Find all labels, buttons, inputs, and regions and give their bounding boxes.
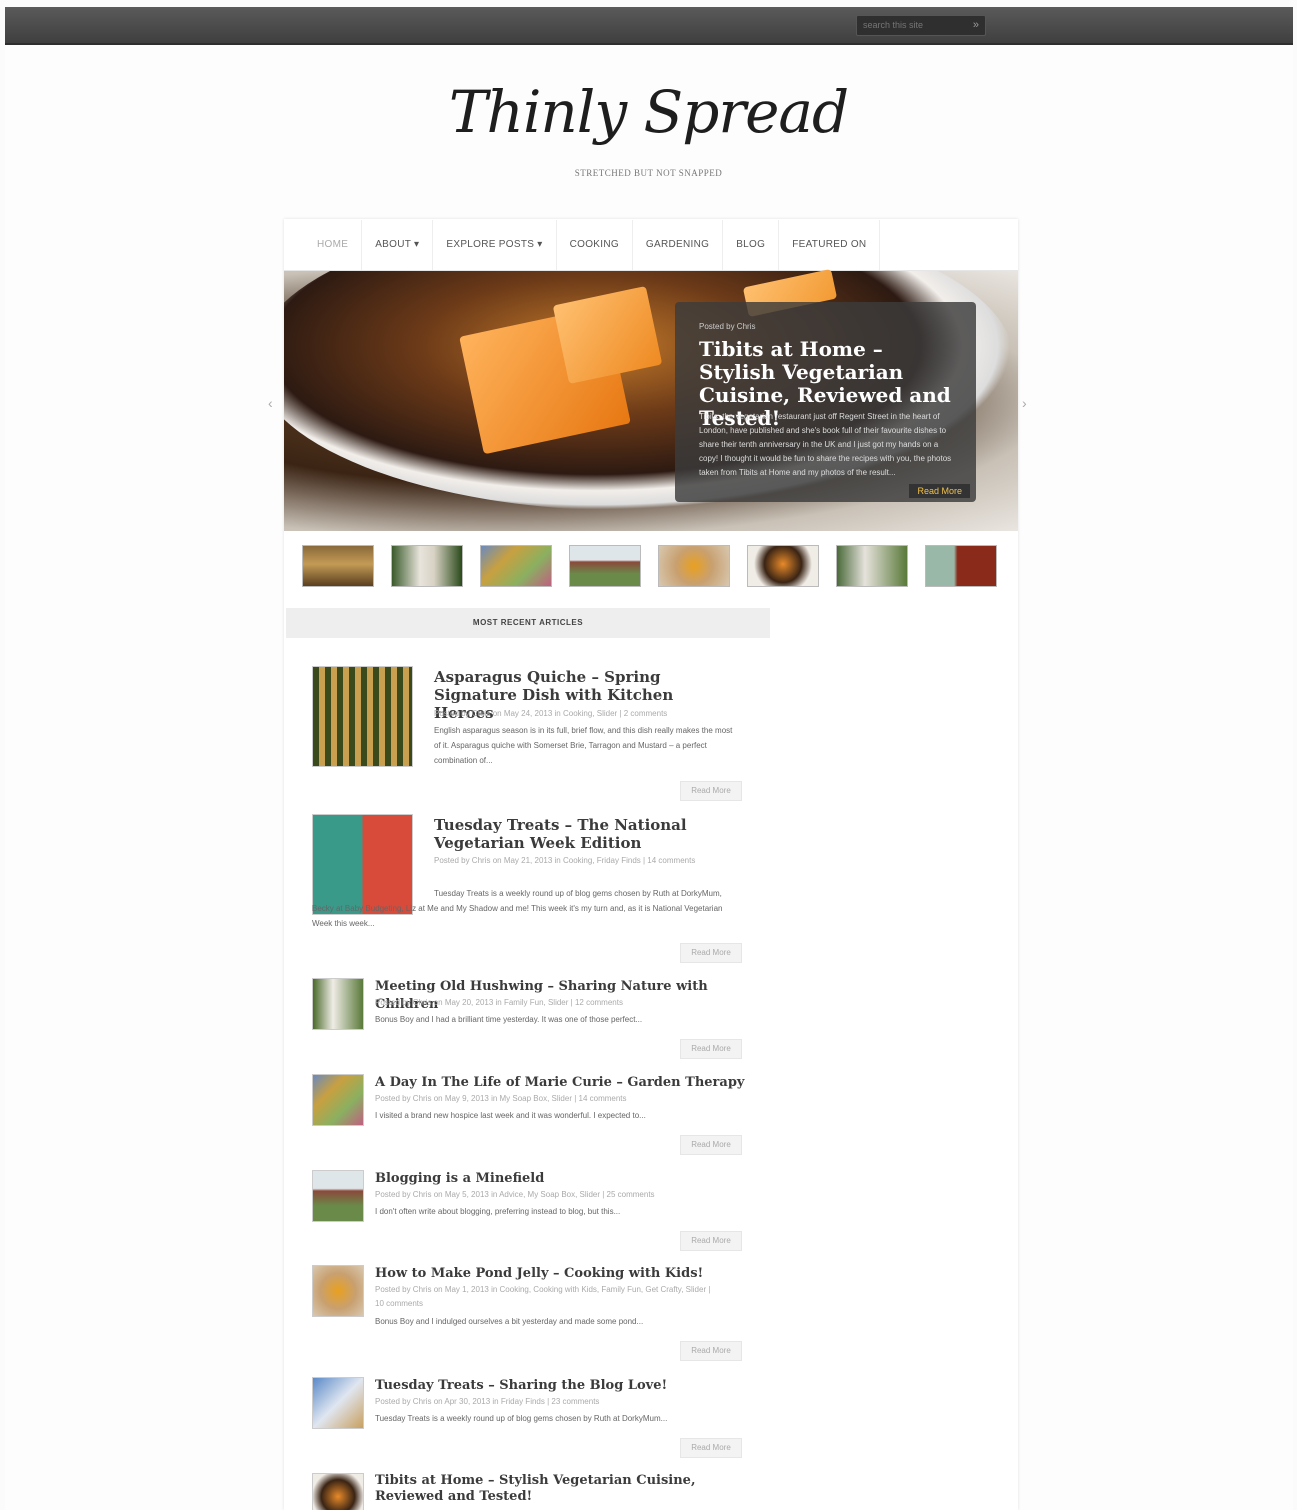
article-thumbnail[interactable] <box>312 1473 364 1510</box>
recent-articles-heading: MOST RECENT ARTICLES <box>286 608 770 638</box>
read-more-button[interactable]: Read More <box>680 1231 742 1251</box>
article-thumbnail[interactable] <box>312 1170 364 1222</box>
read-more-button[interactable]: Read More <box>680 1039 742 1059</box>
search-submit-icon[interactable]: » <box>973 18 979 32</box>
nav-explore-posts[interactable]: EXPLORE POSTS ▾ <box>433 220 557 270</box>
read-more-button[interactable]: Read More <box>680 943 742 963</box>
slider-thumbnail[interactable] <box>569 545 641 587</box>
article-title[interactable]: Blogging is a Minefield <box>375 1170 745 1188</box>
site-logo[interactable]: Thinly Spread <box>0 78 1297 146</box>
article-thumbnail[interactable] <box>312 666 413 767</box>
slide-byline: Posted by Chris <box>699 322 756 331</box>
slider-prev-arrow-icon[interactable]: ‹ <box>268 395 273 411</box>
main-nav: HOME ABOUT ▾ EXPLORE POSTS ▾ COOKING GAR… <box>284 220 1018 271</box>
article-excerpt: I visited a brand new hospice last week … <box>375 1111 646 1120</box>
article-meta: Posted by Chris on May 20, 2013 in Famil… <box>375 998 623 1007</box>
slide-read-more-button[interactable]: Read More <box>909 484 970 498</box>
article-title[interactable]: Tibits at Home – Stylish Vegetarian Cuis… <box>375 1473 725 1505</box>
article-excerpt: I don't often write about blogging, pref… <box>375 1207 621 1216</box>
article-meta: Posted by Chris on Apr 30, 2013 in Frida… <box>375 1397 600 1406</box>
slide-excerpt: Tibits, the vegetarian restaurant just o… <box>699 412 952 477</box>
article-excerpt: Bonus Boy and I had a brilliant time yes… <box>375 1015 643 1024</box>
article-thumbnail[interactable] <box>312 1265 364 1317</box>
article-excerpt: Bonus Boy and I indulged ourselves a bit… <box>375 1317 644 1326</box>
article-meta: Posted by Chris on May 5, 2013 in Advice… <box>375 1190 655 1199</box>
article-item: A Day In The Life of Marie Curie – Garde… <box>312 1074 745 1155</box>
article-thumbnail[interactable] <box>312 1377 364 1429</box>
article-item: Tuesday Treats – Sharing the Blog Love! … <box>312 1377 745 1458</box>
slider-thumbnail[interactable] <box>747 545 819 587</box>
article-meta: Posted by Chris on May 24, 2013 in Cooki… <box>434 709 668 718</box>
article-thumbnail[interactable] <box>312 978 364 1030</box>
slide-caption: Posted by Chris Tibits at Home – Stylish… <box>675 302 976 502</box>
nav-about[interactable]: ABOUT ▾ <box>362 220 434 270</box>
article-meta: Posted by Chris on May 21, 2013 in Cooki… <box>434 856 696 865</box>
article-item: Tuesday Treats – The National Vegetarian… <box>312 814 742 964</box>
slider-thumbnail[interactable] <box>391 545 463 587</box>
top-bar: » <box>5 7 1293 45</box>
article-meta: Posted by Chris on May 9, 2013 in My Soa… <box>375 1094 627 1103</box>
article-excerpt: Tuesday Treats is a weekly round up of b… <box>375 1414 668 1423</box>
article-title[interactable]: A Day In The Life of Marie Curie – Garde… <box>375 1074 745 1092</box>
slider-thumbnail[interactable] <box>836 545 908 587</box>
read-more-button[interactable]: Read More <box>680 1438 742 1458</box>
read-more-button[interactable]: Read More <box>680 1341 742 1361</box>
article-title[interactable]: Tuesday Treats – Sharing the Blog Love! <box>375 1377 745 1395</box>
article-item: Asparagus Quiche – Spring Signature Dish… <box>312 666 742 801</box>
nav-featured-on[interactable]: FEATURED ON <box>779 220 881 270</box>
nav-cooking[interactable]: COOKING <box>557 220 633 270</box>
nav-gardening[interactable]: GARDENING <box>633 220 724 270</box>
slider-thumbnail[interactable] <box>925 545 997 587</box>
article-excerpt: English asparagus season is in its full,… <box>434 726 733 765</box>
slider-thumbnails <box>302 545 1002 589</box>
article-title[interactable]: Tuesday Treats – The National Vegetarian… <box>434 816 734 852</box>
article-item: Tibits at Home – Stylish Vegetarian Cuis… <box>312 1473 742 1510</box>
search-box[interactable]: » <box>856 15 986 36</box>
read-more-button[interactable]: Read More <box>680 1135 742 1155</box>
article-meta: Posted by Chris on May 1, 2013 in Cookin… <box>375 1285 711 1308</box>
site-tagline: STRETCHED BUT NOT SNAPPED <box>574 168 723 178</box>
article-title[interactable]: How to Make Pond Jelly – Cooking with Ki… <box>375 1265 745 1283</box>
slider-thumbnail[interactable] <box>658 545 730 587</box>
search-input[interactable] <box>863 18 959 32</box>
article-item: Blogging is a Minefield Posted by Chris … <box>312 1170 745 1251</box>
slider-thumbnail[interactable] <box>302 545 374 587</box>
nav-blog[interactable]: BLOG <box>723 220 780 270</box>
slider-next-arrow-icon[interactable]: › <box>1022 395 1027 411</box>
article-thumbnail[interactable] <box>312 1074 364 1126</box>
slider-thumbnail[interactable] <box>480 545 552 587</box>
article-excerpt: Tuesday Treats is a weekly round up of b… <box>312 889 723 928</box>
nav-home[interactable]: HOME <box>284 220 363 270</box>
read-more-button[interactable]: Read More <box>680 781 742 801</box>
article-item: How to Make Pond Jelly – Cooking with Ki… <box>312 1265 745 1361</box>
article-item: Meeting Old Hushwing – Sharing Nature wi… <box>312 978 742 1059</box>
